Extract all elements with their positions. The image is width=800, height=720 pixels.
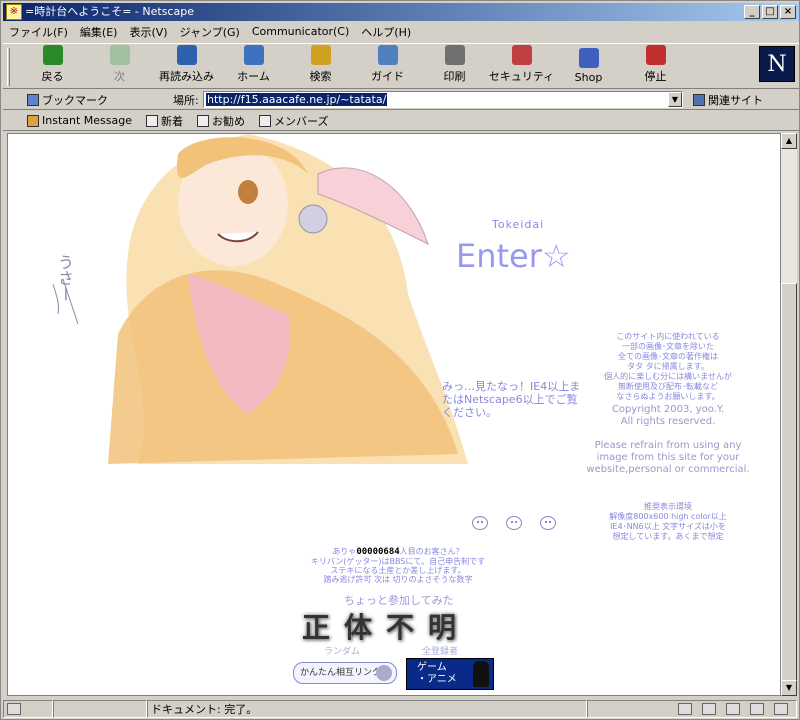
menu-file[interactable]: ファイル(F) [3,24,74,40]
related-sites-button[interactable]: 関連サイト [693,92,763,108]
toolbar-grip[interactable] [7,48,10,86]
search-icon [310,45,331,65]
counter-value: 00000684 [356,547,400,557]
window-title: =時計台へようこそ= - Netscape [25,5,194,18]
home-button[interactable]: ホーム [220,45,287,87]
star-icon [376,665,392,681]
scroll-down-button[interactable]: ▼ [781,680,797,696]
enter-block: Tokeidai Enter☆ [456,218,571,275]
shop-icon [578,48,599,68]
visitor-counter: ありゃ00000684人目のお客さん？ キリバン(ゲッター)はBBSにて。自己申… [310,547,486,584]
status-text: ドキュメント: 完了。 [151,703,258,716]
forward-button[interactable]: 次 [86,45,153,87]
character-illustration [52,134,468,464]
bookmarks-button[interactable]: ブックマーク [3,92,173,108]
menu-edit[interactable]: 編集(E) [74,24,124,40]
face-icons [472,516,556,530]
close-button[interactable]: × [780,5,796,19]
url-input[interactable]: http://f15.aaacafe.ne.jp/~tatata/ ▼ [203,91,683,108]
game-anime-banner[interactable]: ゲーム ・アニメ [406,658,494,690]
url-dropdown-button[interactable]: ▼ [668,92,682,107]
connection-status [3,700,53,718]
bookmark-page-icon [259,114,271,127]
art-scribble: うさー [55,254,74,302]
search-button[interactable]: 検索 [287,45,354,87]
address-book-icon[interactable] [750,703,764,715]
location-toolbar: ブックマーク 場所: http://f15.aaacafe.ne.jp/~tat… [3,90,799,110]
title-bar[interactable]: ※ =時計台へようこそ= - Netscape _ □ × [3,3,799,21]
unknown-identity-banner[interactable]: 正体不明 [302,606,470,646]
recommend-button[interactable]: お勧め [197,113,245,129]
usage-notice: Please refrain from using any image from… [586,440,750,475]
newsgroup-icon[interactable] [726,703,740,715]
all-registrants-link[interactable]: 全登録者 [422,644,458,657]
component-bar [587,700,797,718]
face-icon[interactable] [540,516,556,530]
app-icon: ※ [6,4,22,20]
progress-box [53,700,147,718]
menu-help[interactable]: ヘルプ(H) [355,24,417,40]
netscape-logo[interactable]: N [759,46,795,82]
instant-message-button[interactable]: Instant Message [27,114,132,127]
location-label: 場所: [173,93,199,107]
page-content: うさー Tokeidai Enter☆ みっ…見たなっ！IE4以上またはNets… [7,133,781,696]
shop-button[interactable]: Shop [555,45,622,87]
bookmarks-icon [27,93,39,106]
security-lock-icon [511,45,532,65]
copyright-notice: Copyright 2003, yoo.Y. All rights reserv… [611,404,725,427]
face-icon[interactable] [506,516,522,530]
scroll-up-button[interactable]: ▲ [781,133,797,149]
menu-go[interactable]: ジャンプ(G) [174,24,246,40]
scroll-thumb[interactable] [781,283,797,683]
menu-bar: ファイル(F) 編集(E) 表示(V) ジャンプ(G) Communicator… [3,22,799,41]
plug-icon [7,703,21,715]
print-icon [444,45,465,65]
bookmark-page-icon [146,114,158,127]
home-icon [243,45,264,65]
mail-icon[interactable] [702,703,716,715]
reload-icon [176,45,197,65]
minimize-button[interactable]: _ [744,5,760,19]
forward-arrow-icon [109,45,130,65]
members-button[interactable]: メンバーズ [259,113,328,129]
browser-warning: みっ…見たなっ！IE4以上またはNetscape6以上でご覧ください。 [442,380,581,419]
random-link[interactable]: ランダム [324,644,360,657]
instant-message-icon [27,114,39,127]
back-button[interactable]: 戻る [19,45,86,87]
stop-icon [645,45,666,65]
guide-icon [377,45,398,65]
composer-icon[interactable] [774,703,788,715]
personal-toolbar: Instant Message 新着 お勧め メンバーズ [3,111,799,131]
face-icon[interactable] [472,516,488,530]
status-text-box: ドキュメント: 完了。 [147,700,587,718]
new-button[interactable]: 新着 [146,113,183,129]
stop-button[interactable]: 停止 [622,45,689,87]
mutual-link-banner[interactable]: かんたん相互リンク [293,662,397,684]
reload-button[interactable]: 再読み込み [153,45,220,87]
bookmark-page-icon [197,114,209,127]
navigator-icon[interactable] [678,703,692,715]
rights-notice-jp: このサイト内に使われている 一部の画像･文章を除いた 全ての画像･文章の著作権は… [604,332,732,401]
menu-view[interactable]: 表示(V) [123,24,173,40]
site-name: Tokeidai [492,218,545,231]
cat-icon [473,661,489,687]
vertical-scrollbar[interactable]: ▲ ▼ [781,133,797,696]
related-sites-icon [693,93,705,106]
browser-window: ※ =時計台へようこそ= - Netscape _ □ × ファイル(F) 編集… [0,0,800,720]
url-text: http://f15.aaacafe.ne.jp/~tatata/ [206,93,388,106]
security-button[interactable]: セキュリティ [488,45,555,87]
status-bar: ドキュメント: 完了。 [3,699,799,719]
print-button[interactable]: 印刷 [421,45,488,87]
menu-communicator[interactable]: Communicator(C) [246,25,355,38]
recommended-environment: 推奨表示環境 解像度800x600 high color以上 IE4･NN6以上… [609,502,727,541]
enter-link[interactable]: Enter☆ [456,237,571,275]
guide-button[interactable]: ガイド [354,45,421,87]
maximize-button[interactable]: □ [762,5,778,19]
back-arrow-icon [42,45,63,65]
navigation-toolbar: 戻る 次 再読み込み ホーム 検索 ガイド 印刷 セキュリティ Shop 停止 … [3,43,799,89]
